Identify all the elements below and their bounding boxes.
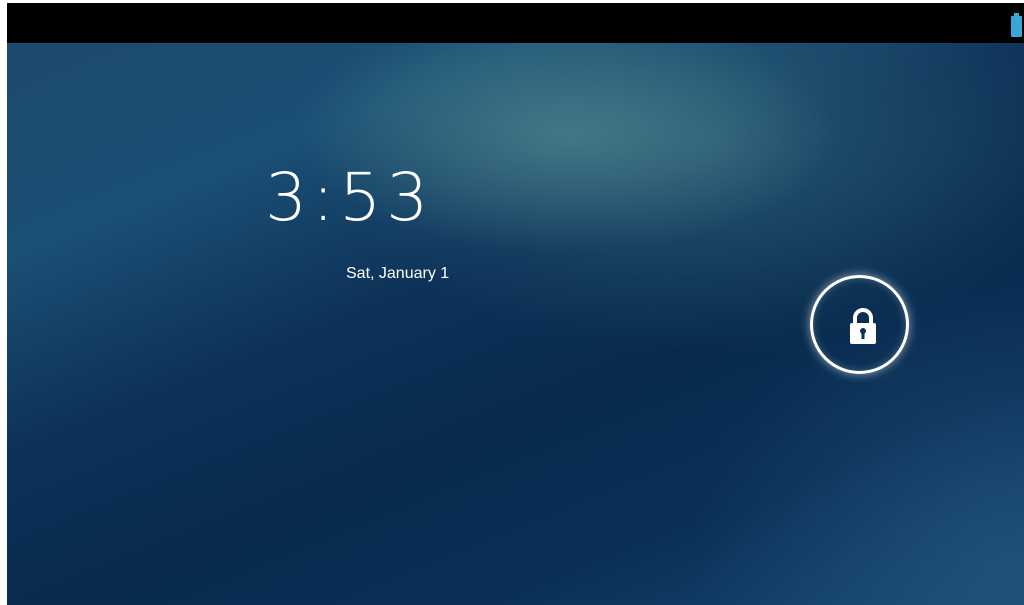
- lockscreen-frame: 3:53 Sat, January 1: [7, 3, 1024, 605]
- clock-time: 3:53: [265, 159, 434, 236]
- lock-icon: [850, 308, 876, 344]
- unlock-button[interactable]: [810, 275, 909, 374]
- battery-icon: [1011, 13, 1022, 37]
- status-bar: [7, 3, 1024, 43]
- clock-date: Sat, January 1: [346, 265, 450, 282]
